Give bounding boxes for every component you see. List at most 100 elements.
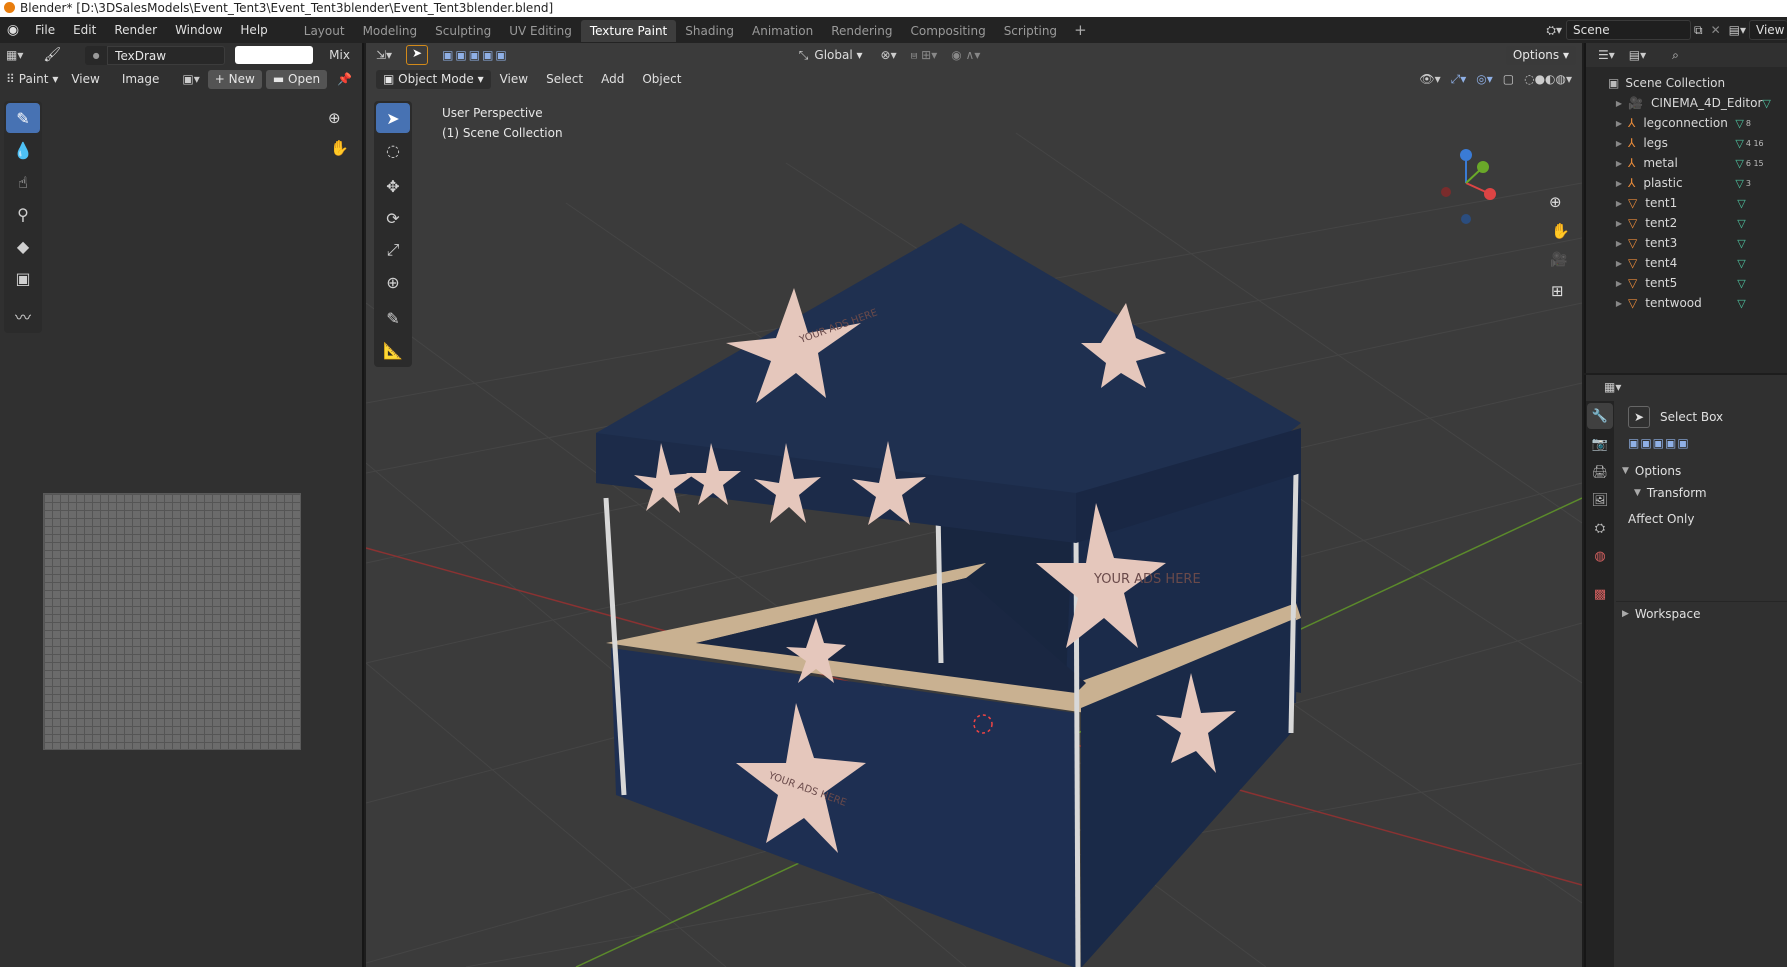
expand-chevron-icon[interactable]: ▶	[1614, 199, 1624, 208]
view-layer-tab-icon[interactable]: 🖼	[1587, 487, 1613, 513]
navigation-gizmo[interactable]	[1441, 149, 1496, 224]
new-scene-icon[interactable]: ⧉	[1691, 23, 1706, 38]
outliner-item-data-icon[interactable]: ▽	[1735, 157, 1743, 170]
outliner-item[interactable]: ▶ ▽ tent4 ▽	[1586, 253, 1787, 273]
active-tool-row[interactable]: ➤ Select Box	[1616, 405, 1787, 429]
tab-layout[interactable]: Layout	[295, 20, 354, 42]
image-editor-view-menu[interactable]: View	[62, 67, 108, 91]
image-browse-icon[interactable]: ▣▾	[182, 72, 199, 86]
tab-shading[interactable]: Shading	[676, 20, 743, 42]
options-dropdown[interactable]: Options ▾	[1505, 45, 1576, 65]
viewport-object-menu[interactable]: Object	[633, 67, 690, 91]
options-section[interactable]: ▼ Options	[1616, 459, 1787, 483]
outliner-search-icon[interactable]: ⌕	[1672, 48, 1679, 63]
outliner-item[interactable]: ▶ 🎥 CINEMA_4D_Editor ▽	[1586, 93, 1787, 113]
brush-preview-icon[interactable]: ●	[85, 45, 108, 65]
viewport-select-menu[interactable]: Select	[537, 67, 592, 91]
outliner-item-data-icon[interactable]: ▽	[1762, 97, 1770, 110]
display-mode-icon[interactable]: ▤▾	[1629, 48, 1646, 62]
tab-compositing[interactable]: Compositing	[901, 20, 994, 42]
scene-tab-icon[interactable]: ⛭	[1587, 515, 1613, 541]
output-tab-icon[interactable]: 🖨	[1587, 459, 1613, 485]
viewport-pan-icon[interactable]: ✋	[1551, 222, 1570, 240]
gizmo-toggle-icon[interactable]: ⤢▾	[1451, 72, 1467, 87]
outliner-item-data-icon[interactable]: ▽	[1737, 237, 1745, 250]
tool-settings-tab-icon[interactable]: 🔧	[1587, 403, 1613, 429]
outliner-item[interactable]: ▶ ▽ tent1 ▽	[1586, 193, 1787, 213]
expand-chevron-icon[interactable]: ▶	[1614, 239, 1624, 248]
tab-scripting[interactable]: Scripting	[995, 20, 1066, 42]
outliner-item[interactable]: ▶ ▽ tent5 ▽	[1586, 273, 1787, 293]
selection-mode-icons[interactable]: ▣▣▣▣▣	[1628, 436, 1690, 450]
view-layer-icon[interactable]: ▤▾	[1726, 23, 1749, 37]
visibility-icon[interactable]: 👁▾	[1419, 72, 1440, 87]
tab-animation[interactable]: Animation	[743, 20, 822, 42]
outliner-item-data-icon[interactable]: ▽	[1737, 197, 1745, 210]
tab-modeling[interactable]: Modeling	[354, 20, 427, 42]
expand-chevron-icon[interactable]: ▶	[1614, 99, 1624, 108]
expand-chevron-icon[interactable]: ▶	[1614, 119, 1624, 128]
view-layer-field[interactable]: View L	[1749, 20, 1787, 40]
tab-sculpting[interactable]: Sculpting	[426, 20, 500, 42]
outliner-item-data-icon[interactable]: ▽	[1735, 137, 1743, 150]
soften-icon[interactable]: 💧	[6, 135, 40, 165]
transform-tool-icon[interactable]: ⊕	[376, 267, 410, 297]
measure-tool-icon[interactable]: 📐	[376, 335, 410, 365]
outliner-item[interactable]: ▶ ⅄ plastic ▽ 3	[1586, 173, 1787, 193]
viewport-add-menu[interactable]: Add	[592, 67, 633, 91]
outliner-item[interactable]: ▶ ▽ tent3 ▽	[1586, 233, 1787, 253]
menu-help[interactable]: Help	[231, 17, 276, 43]
outliner-item[interactable]: ▶ ⅄ metal ▽ 6 15	[1586, 153, 1787, 173]
expand-chevron-icon[interactable]: ▶	[1614, 219, 1624, 228]
new-image-button[interactable]: + New	[207, 69, 262, 89]
outliner-item-data-icon[interactable]: ▽	[1737, 277, 1745, 290]
menu-file[interactable]: File	[26, 17, 64, 43]
world-tab-icon[interactable]: ◍	[1587, 543, 1613, 569]
outliner-item-data-icon[interactable]: ▽	[1735, 177, 1743, 190]
scene-selector-icon[interactable]: ⛭▾	[1542, 23, 1566, 38]
menu-window[interactable]: Window	[166, 17, 231, 43]
pin-icon[interactable]: 📌	[337, 72, 352, 86]
scene-name-field[interactable]: Scene	[1565, 20, 1691, 40]
workspace-section[interactable]: ▶ Workspace	[1616, 601, 1787, 625]
viewport-view-menu[interactable]: View	[491, 67, 537, 91]
transform-subsection[interactable]: ▼ Transform	[1616, 481, 1787, 505]
xray-icon[interactable]: ▢	[1503, 72, 1514, 87]
outliner-item[interactable]: ▶ ▽ tent2 ▽	[1586, 213, 1787, 233]
cursor-tool-icon[interactable]: ◌	[376, 135, 410, 165]
paint-mode-dropdown[interactable]: Paint ▾	[19, 72, 59, 86]
shading-modes-icon[interactable]: ◌●◐◍▾	[1524, 72, 1572, 87]
object-mode-dropdown[interactable]: ▣ Object Mode ▾	[376, 69, 491, 89]
proportional-edit-icon[interactable]: ◉ ∧▾	[951, 48, 980, 62]
add-workspace-icon[interactable]: +	[1066, 21, 1095, 39]
outliner-item-data-icon[interactable]: ▽	[1737, 297, 1745, 310]
expand-chevron-icon[interactable]: ▶	[1614, 159, 1624, 168]
select-mode-row[interactable]: ▣▣▣▣▣	[1616, 431, 1787, 455]
transform-pivot-icon[interactable]: ⇲▾	[376, 48, 392, 62]
outliner-item-data-icon[interactable]: ▽	[1735, 117, 1743, 130]
tab-rendering[interactable]: Rendering	[822, 20, 901, 42]
zoom-icon[interactable]: ⊕	[328, 109, 341, 127]
outliner-item[interactable]: ▶ ▽ tentwood ▽	[1586, 293, 1787, 313]
tab-texture-paint[interactable]: Texture Paint	[580, 20, 677, 42]
blender-menu-icon[interactable]: ◉	[0, 22, 26, 38]
expand-chevron-icon[interactable]: ▶	[1614, 179, 1624, 188]
expand-chevron-icon[interactable]: ▶	[1614, 279, 1624, 288]
brush-name-field[interactable]: TexDraw	[107, 45, 226, 65]
snap-icon[interactable]: ⩏ ⊞▾	[911, 48, 938, 63]
select-box-icon[interactable]: ➤	[376, 103, 410, 133]
mask-icon[interactable]: ▣	[6, 263, 40, 293]
menu-edit[interactable]: Edit	[64, 17, 105, 43]
smear-icon[interactable]: ☝	[6, 167, 40, 197]
blend-mode-label[interactable]: Mix	[329, 48, 350, 62]
outliner-item[interactable]: ▶ ⅄ legs ▽ 4 16	[1586, 133, 1787, 153]
clone-icon[interactable]: ⚲	[6, 199, 40, 229]
properties-editor-icon[interactable]: ▦▾	[1604, 380, 1621, 394]
orientation-icon[interactable]: ⤡	[799, 48, 809, 63]
draw-brush-icon[interactable]: ✎	[6, 103, 40, 133]
select-cursor-icon[interactable]: ➤	[406, 45, 429, 65]
rotate-tool-icon[interactable]: ⟳	[376, 203, 410, 233]
annotate-tool-icon[interactable]: ✎	[376, 303, 410, 333]
viewport-zoom-icon[interactable]: ⊕	[1549, 193, 1562, 211]
brush-icon[interactable]: 🖌	[43, 47, 61, 63]
